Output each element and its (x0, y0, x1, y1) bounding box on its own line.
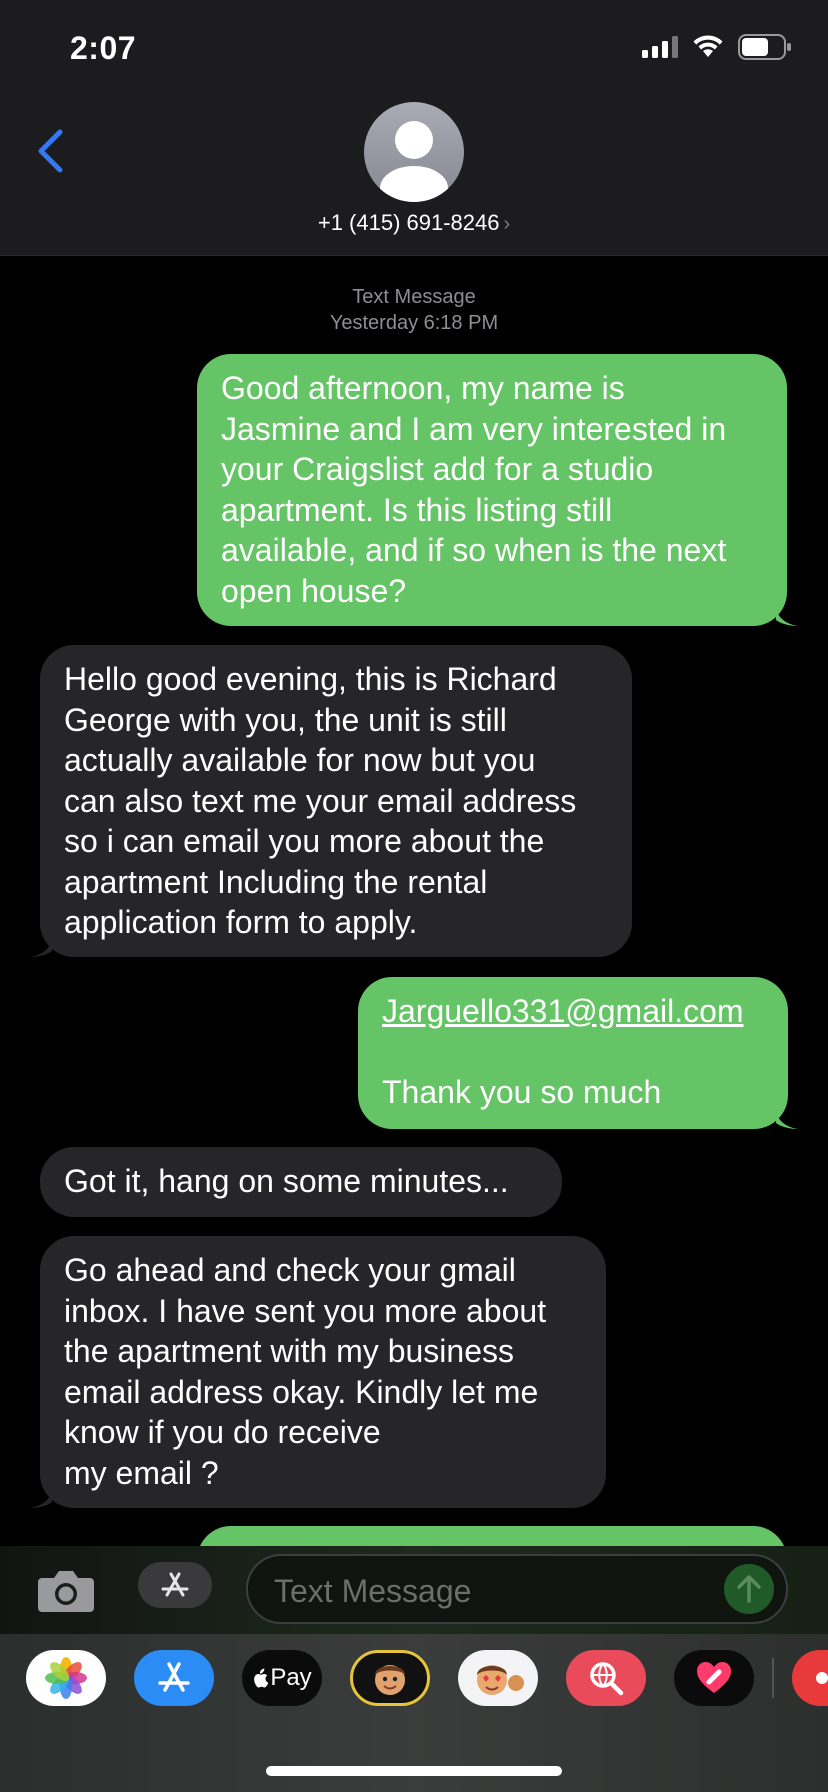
message-line: Thank you so much (382, 1073, 662, 1110)
message-line: inbox. I have sent you more about (64, 1292, 547, 1329)
drawer-divider (772, 1658, 774, 1698)
app-icon (816, 1672, 828, 1684)
memoji-stickers-app-button[interactable] (458, 1650, 538, 1706)
outgoing-message-bubble[interactable]: Good afternoon, my name is Jasmine and I… (197, 354, 787, 626)
bubble-tail (776, 608, 798, 626)
message-line: actually available for now but you (64, 742, 536, 778)
message-line: know if you do receive (64, 1414, 381, 1450)
person-icon (380, 121, 448, 202)
message-line: open house? (221, 572, 407, 609)
message-line: Go ahead and check your gmail (64, 1252, 516, 1288)
search-globe-icon (590, 1662, 624, 1696)
outgoing-message-bubble[interactable]: Jarguello331@gmail.com Thank you so much (358, 977, 788, 1129)
message-line: application form to apply. (64, 904, 418, 940)
message-line: Good afternoon, my name is (221, 370, 625, 406)
image-search-app-button[interactable] (566, 1650, 646, 1706)
app-store-icon (158, 1662, 190, 1692)
apple-pay-label: Pay (270, 1664, 312, 1691)
contact-number: +1 (415) 691-8246 (317, 210, 500, 235)
incoming-message-bubble[interactable]: Hello good evening, this is Richard Geor… (40, 645, 632, 957)
signal-icon (642, 36, 678, 58)
incoming-message-bubble[interactable]: Go ahead and check your gmail inbox. I h… (40, 1236, 606, 1508)
app-store-toggle-button[interactable] (138, 1562, 212, 1608)
message-line: so i can email you more about the (64, 823, 545, 859)
battery-icon (738, 34, 791, 60)
heart-touch-icon (697, 1662, 731, 1693)
message-line: my email ? (64, 1454, 219, 1491)
message-line: George with you, the unit is still (64, 701, 507, 738)
message-line: Got it, hang on some minutes... (64, 1163, 509, 1199)
memoji-icon (375, 1665, 405, 1695)
app-store-app-button[interactable] (134, 1650, 214, 1706)
message-input-placeholder: Text Message (274, 1573, 472, 1609)
message-line: available, and if so when is the next (221, 532, 727, 568)
memoji-app-button[interactable] (350, 1650, 430, 1706)
message-line: apartment Including the rental (64, 863, 488, 900)
bubble-tail (30, 1490, 52, 1508)
wifi-icon (693, 35, 723, 57)
message-line: your Craigslist add for a studio (221, 451, 654, 487)
message-input[interactable]: Text Message (246, 1554, 788, 1624)
message-line: Hello good evening, this is Richard (64, 661, 557, 697)
photos-icon (45, 1657, 87, 1699)
home-indicator[interactable] (266, 1766, 562, 1776)
apple-pay-app-button[interactable]: Pay (242, 1650, 322, 1706)
chevron-right-icon: › (503, 213, 511, 235)
message-line: Jasmine and I am very interested in (221, 410, 727, 447)
message-service-label: Text Message (352, 286, 476, 308)
camera-button[interactable] (36, 1566, 96, 1619)
message-line: email address okay. Kindly let me (64, 1373, 539, 1410)
digital-touch-app-button[interactable] (674, 1650, 754, 1706)
apple-logo-icon (254, 1668, 269, 1688)
arrow-up-icon (737, 1575, 761, 1603)
compose-bar: Text Message (0, 1546, 828, 1634)
email-link[interactable]: Jarguello331@gmail.com (382, 991, 764, 1032)
conversation-header: 2:07 +1 (415) 691-8246 › (0, 0, 828, 256)
chevron-left-icon (38, 129, 63, 173)
status-time: 2:07 (70, 30, 137, 66)
send-button[interactable] (724, 1564, 774, 1614)
contact-avatar[interactable] (364, 102, 464, 202)
back-button[interactable] (30, 126, 70, 176)
status-indicators (642, 34, 792, 60)
contact-name[interactable]: +1 (415) 691-8246 › (0, 210, 828, 236)
message-line: can also text me your email address (64, 782, 577, 819)
bubble-tail (776, 1111, 798, 1129)
app-store-icon (161, 1572, 189, 1597)
bubble-tail (30, 939, 52, 957)
memoji-stickers-icon (477, 1665, 524, 1695)
message-timestamp: Yesterday 6:18 PM (329, 312, 499, 334)
incoming-message-bubble[interactable]: Got it, hang on some minutes... (40, 1147, 562, 1217)
message-line: apartment. Is this listing still (221, 491, 613, 528)
more-apps-button[interactable] (792, 1650, 828, 1706)
photos-app-button[interactable] (26, 1650, 106, 1706)
message-line: the apartment with my business (64, 1333, 514, 1369)
camera-icon (38, 1571, 94, 1612)
